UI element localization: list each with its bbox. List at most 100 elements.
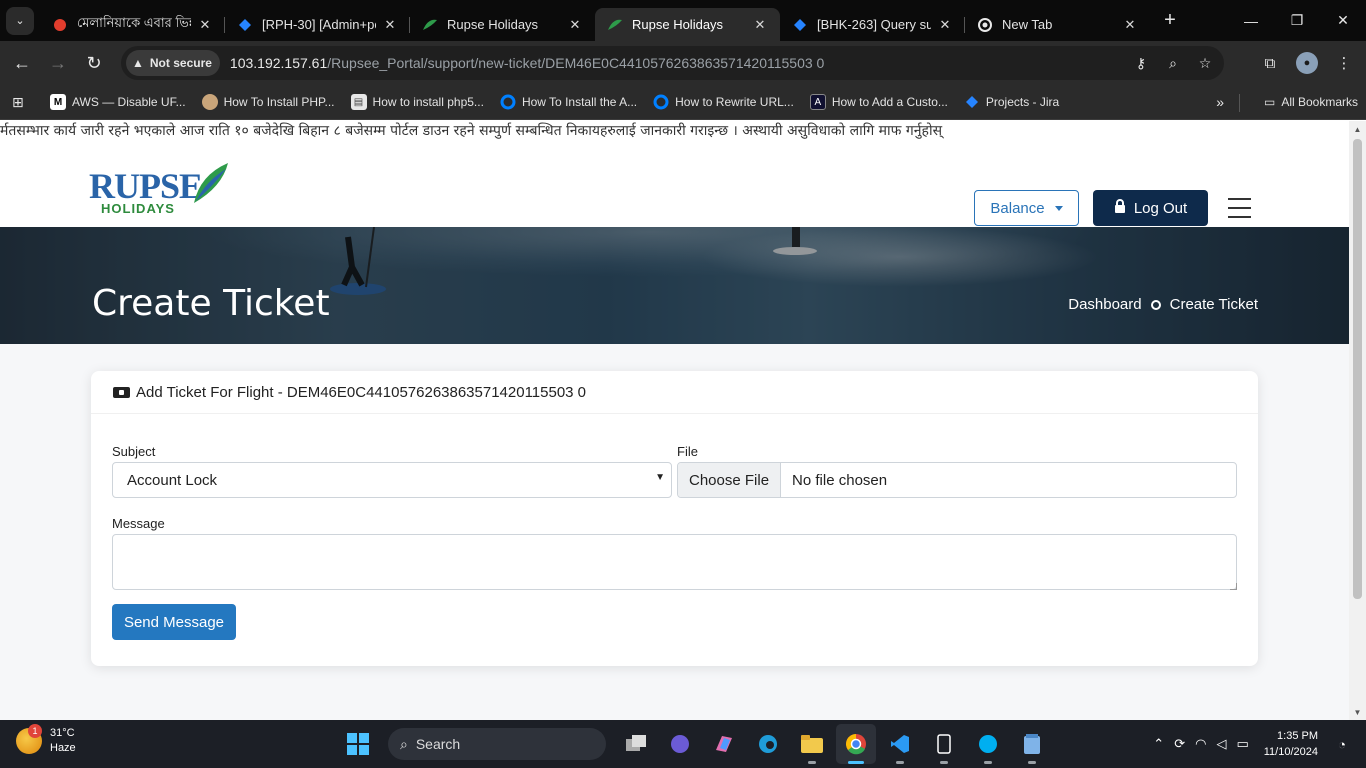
zoom-icon[interactable]: ⌕ [1160, 50, 1186, 76]
warning-icon: ▲ [132, 56, 144, 70]
close-icon[interactable]: ✕ [752, 17, 768, 33]
browser-tab-active[interactable]: Rupse Holidays ✕ [595, 8, 780, 41]
phone-link-icon[interactable] [924, 724, 964, 764]
send-message-button[interactable]: Send Message [112, 604, 236, 640]
start-button[interactable] [338, 724, 378, 764]
chrome-taskbar-icon[interactable] [836, 724, 876, 764]
close-icon[interactable]: ✕ [382, 17, 398, 33]
taskbar-apps: ⌕ Search [338, 724, 1052, 764]
bookmark-item[interactable]: Projects - Jira [956, 88, 1067, 116]
edge-icon[interactable] [748, 724, 788, 764]
choose-file-button[interactable]: Choose File [678, 463, 782, 497]
search-icon: ⌕ [400, 735, 408, 752]
browser-tab[interactable]: [RPH-30] [Admin+portal] ✕ [225, 8, 410, 41]
hamburger-menu-icon[interactable] [1228, 198, 1251, 218]
scrollbar-thumb[interactable] [1353, 139, 1362, 599]
message-textarea[interactable] [112, 534, 1237, 590]
hero-banner: Create Ticket Dashboard Create Ticket [0, 227, 1349, 344]
subject-select[interactable]: Account Lock ▼ [112, 462, 672, 498]
volume-icon[interactable]: ◁ [1211, 736, 1231, 752]
browser-tab[interactable]: New Tab ✕ [965, 8, 1150, 41]
tab-title: Rupse Holidays [632, 17, 724, 32]
page-viewport: र्मतसम्भार कार्य जारी रहने भएकाले आज रात… [0, 121, 1349, 720]
chevron-double-right-icon[interactable]: » [1216, 94, 1224, 110]
bookmark-item[interactable]: A How to Add a Custo... [802, 88, 956, 116]
chrome-icon [977, 17, 993, 33]
security-chip[interactable]: ▲ Not secure [126, 50, 220, 76]
notification-badge: 1 [28, 724, 42, 738]
wifi-icon[interactable]: ◠ [1190, 736, 1211, 752]
notification-bell-icon[interactable]: ◔ [1330, 737, 1354, 752]
file-input[interactable]: Choose File No file chosen [677, 462, 1237, 498]
close-icon[interactable]: ✕ [937, 17, 953, 33]
weather-temperature: 31°C [50, 727, 75, 739]
reload-button[interactable]: ↻ [76, 45, 112, 81]
profile-avatar[interactable]: ● [1296, 52, 1318, 74]
document-icon: ▤ [350, 94, 367, 110]
close-window-button[interactable]: ✕ [1320, 0, 1366, 41]
chevron-up-icon[interactable]: ⌃ [1148, 736, 1169, 752]
tab-search-button[interactable]: ⌄ [6, 6, 34, 35]
back-button[interactable]: ← [4, 45, 40, 81]
notepad-icon[interactable] [1012, 724, 1052, 764]
tab-strip: মেলানিয়াকে এবার ভিন্ন ✕ [RPH-30] [Admin… [40, 0, 1150, 41]
logout-button[interactable]: Log Out [1093, 190, 1208, 226]
close-icon[interactable]: ✕ [197, 17, 213, 33]
new-tab-button[interactable]: + [1156, 7, 1184, 35]
sync-icon[interactable]: ⟳ [1169, 736, 1190, 752]
weather-widget[interactable]: 1 31°C Haze [16, 724, 76, 756]
copilot-icon[interactable] [704, 724, 744, 764]
apps-grid-icon[interactable]: ⊞ [12, 94, 42, 111]
url-host: 103.192.157.61 [229, 55, 328, 71]
bookmark-item[interactable]: M AWS — Disable UF... [42, 88, 194, 116]
scroll-down-icon[interactable]: ▼ [1349, 704, 1366, 720]
file-explorer-icon[interactable] [792, 724, 832, 764]
skype-icon[interactable] [968, 724, 1008, 764]
weather-sun-icon: 1 [16, 724, 42, 754]
vscode-icon[interactable] [880, 724, 920, 764]
bookmark-item[interactable]: How To Install the A... [492, 88, 645, 116]
jira-icon [792, 17, 808, 33]
balance-dropdown[interactable]: Balance [974, 190, 1079, 226]
bookmark-label: How To Install the A... [521, 95, 638, 109]
browser-tab[interactable]: Rupse Holidays ✕ [410, 8, 595, 41]
browser-tab[interactable]: মেলানিয়াকে এবার ভিন্ন ✕ [40, 8, 225, 41]
extensions-icon[interactable]: ⧉ [1254, 47, 1286, 79]
close-icon[interactable]: ✕ [567, 17, 583, 33]
medium-icon: M [50, 94, 66, 110]
chat-icon[interactable] [660, 724, 700, 764]
plus-icon: + [1164, 9, 1176, 31]
key-icon[interactable]: ⚷ [1128, 50, 1154, 76]
file-label: File [677, 444, 698, 459]
system-clock[interactable]: 1:35 PM 11/10/2024 [1254, 728, 1330, 760]
close-icon[interactable]: ✕ [1122, 17, 1138, 33]
weather-description: Haze [50, 742, 76, 754]
ticket-icon [113, 386, 130, 398]
task-view-icon[interactable] [616, 724, 656, 764]
taskbar-search[interactable]: ⌕ Search [388, 728, 606, 760]
url-path: /Rupsee_Portal/support/new-ticket/DEM46E… [327, 55, 825, 71]
tab-title: [RPH-30] [Admin+portal] [262, 17, 376, 32]
tab-title: New Tab [1002, 17, 1053, 32]
restore-button[interactable]: ❐ [1274, 0, 1320, 41]
url-text[interactable]: 103.192.157.61/Rupsee_Portal/support/new… [230, 55, 824, 71]
browser-tab[interactable]: [BHK-263] Query succ ✕ [780, 8, 965, 41]
bookmark-item[interactable]: How To Install PHP... [194, 88, 343, 116]
browser-toolbar: ← → ↻ ▲ Not secure 103.192.157.61/Rupsee… [0, 41, 1366, 85]
all-bookmarks-button[interactable]: ▭ All Bookmarks [1264, 95, 1358, 109]
kebab-menu-icon[interactable]: ⋮ [1328, 47, 1360, 79]
address-bar[interactable]: ▲ Not secure 103.192.157.61/Rupsee_Porta… [121, 46, 1224, 80]
minimize-button[interactable]: — [1228, 0, 1274, 41]
bookmark-item[interactable]: ▤ How to install php5... [343, 88, 492, 116]
scroll-up-icon[interactable]: ▲ [1349, 121, 1366, 137]
breadcrumb-dashboard-link[interactable]: Dashboard [1068, 296, 1141, 313]
balance-label: Balance [990, 199, 1045, 217]
battery-icon[interactable]: ▭ [1231, 736, 1253, 752]
subject-label: Subject [112, 444, 156, 459]
page-scrollbar[interactable]: ▲ ▼ [1349, 121, 1366, 720]
bookmark-item[interactable]: How to Rewrite URL... [645, 88, 802, 116]
star-icon[interactable]: ☆ [1192, 50, 1218, 76]
site-logo[interactable]: RUPSE HOLIDAYS [89, 161, 229, 217]
forward-button[interactable]: → [40, 45, 76, 81]
resize-handle-icon[interactable] [1230, 583, 1237, 590]
